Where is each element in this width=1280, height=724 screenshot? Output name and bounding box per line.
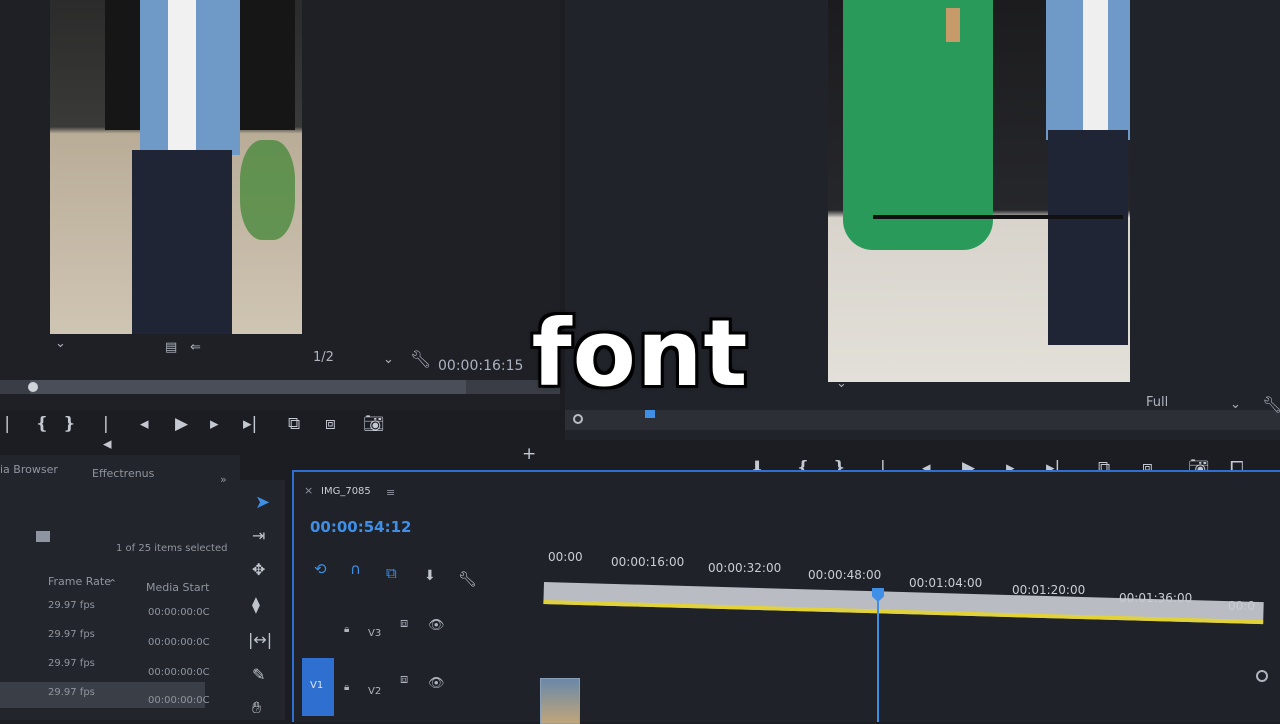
column-media-start[interactable]: Media Start [146, 581, 209, 594]
ruler-tick-label: 00:00:48:00 [808, 568, 882, 582]
media-start-cell: 00:00:00:0C [148, 637, 210, 648]
v1-label: V1 [310, 680, 324, 691]
play-icon[interactable]: ▶ [175, 414, 188, 434]
nest-icon[interactable]: ⟲ [314, 560, 327, 578]
frame-rate-cell: 29.97 fps [48, 658, 95, 669]
sync-lock-icon[interactable]: ⧈ [400, 616, 408, 631]
track-lock-icon[interactable]: 🔒︎ [344, 624, 349, 635]
tools-panel: ➤ ⇥ ✥ ⧫ |↔| ✎ ✋︎ [240, 480, 285, 720]
program-scrub-bar[interactable] [565, 410, 1280, 430]
track-label-v3: V3 [368, 628, 382, 639]
column-frame-rate[interactable]: Frame Rate [48, 575, 111, 588]
table-row[interactable]: 29.97 fps [48, 600, 95, 611]
step-forward-icon[interactable]: ▸ [210, 414, 219, 434]
track-select-tool-icon[interactable]: ⇥ [252, 526, 265, 545]
project-panel: ia Browser Effectrenus » 1 of 25 items s… [0, 455, 240, 720]
go-to-in-icon[interactable]: |◂ [103, 414, 112, 454]
ruler-tick-label: 00:01:36:00 [1119, 591, 1193, 605]
program-playhead[interactable] [573, 414, 583, 424]
ruler-tick-label: 00:00 [548, 550, 583, 564]
panel-menu-chevron-icon[interactable]: » [220, 473, 227, 486]
add-button-icon[interactable]: + [522, 444, 536, 464]
ruler-tick-label: 00:0 [1228, 599, 1255, 613]
close-tab-icon[interactable]: × [304, 484, 313, 497]
step-back-icon[interactable]: ◂ [140, 414, 149, 434]
insert-clip-icon[interactable]: ⧉ [288, 414, 300, 434]
overwrite-clip-icon[interactable]: ⧈ [325, 414, 336, 434]
ruler-tick-label: 00:01:04:00 [909, 576, 983, 590]
timeline-panel: × IMG_7085 ≡ 00:00:54:12 ⟲ ∩ ⧉ ⬇ 🔧︎ 00:0… [292, 470, 1280, 724]
video-clip-thumbnail[interactable] [540, 678, 580, 724]
v1-source-patch[interactable]: V1 [302, 658, 334, 716]
snap-icon[interactable]: ∩ [350, 560, 361, 578]
media-start-cell: 00:00:00:0C [148, 667, 210, 678]
frame-rate-cell: 29.97 fps [48, 629, 95, 640]
razor-tool-icon[interactable]: ⧫ [252, 595, 260, 614]
ripple-edit-tool-icon[interactable]: ✥ [252, 560, 265, 579]
go-to-out-icon[interactable]: ▸| [243, 414, 257, 434]
media-start-cell: 00:00:00:0C [148, 607, 210, 618]
timeline-playhead-line[interactable] [877, 600, 879, 722]
program-playhead-marker [645, 410, 655, 418]
folder-icon[interactable] [36, 531, 50, 542]
items-selected-count: 1 of 25 items selected [116, 543, 228, 554]
track-eye-icon[interactable]: 👁︎ [428, 676, 445, 691]
track-eye-icon[interactable]: 👁︎ [428, 618, 445, 633]
mark-in-icon[interactable]: ❘ [0, 414, 14, 434]
zoom-scroll-handle[interactable] [1256, 670, 1268, 682]
pen-tool-icon[interactable]: ✎ [252, 665, 265, 684]
selection-tool-icon[interactable]: ➤ [255, 492, 270, 513]
slip-tool-icon[interactable]: |↔| [248, 630, 272, 649]
source-video-frame [50, 0, 302, 334]
table-row[interactable]: 29.97 fps [48, 629, 95, 640]
ruler-tick-label: 00:01:20:00 [1012, 583, 1086, 597]
sort-up-icon[interactable]: ⌃ [108, 577, 117, 590]
tab-media-browser[interactable]: ia Browser [0, 463, 58, 476]
tab-effects[interactable]: Effectrenus [92, 467, 154, 480]
frame-rate-cell: 29.97 fps [48, 687, 95, 698]
track-label-v2: V2 [368, 686, 382, 697]
sync-lock-icon[interactable]: ⧈ [400, 672, 408, 687]
table-row[interactable]: 29.97 fps [48, 658, 95, 669]
sequence-menu-icon[interactable]: ≡ [386, 486, 395, 499]
ruler-tick-label: 00:00:16:00 [611, 555, 685, 569]
playhead-timecode[interactable]: 00:00:54:12 [310, 518, 412, 536]
bracket-icon[interactable]: ❵ [62, 414, 76, 434]
camera-icon[interactable]: 📷︎ [363, 414, 385, 434]
hand-tool-icon[interactable]: ✋︎ [252, 698, 261, 718]
sequence-tab[interactable]: IMG_7085 [321, 486, 371, 497]
frame-rate-cell: 29.97 fps [48, 600, 95, 611]
add-marker-icon[interactable]: ⬇ [424, 568, 436, 584]
timeline-settings-icon[interactable]: 🔧︎ [458, 570, 477, 588]
ruler-tick-label: 00:00:32:00 [708, 561, 782, 575]
track-lock-icon[interactable]: 🔒︎ [344, 682, 349, 693]
media-start-cell: 00:00:00:0C [148, 695, 210, 706]
linked-selection-icon[interactable]: ⧉ [386, 564, 397, 582]
mark-out-icon[interactable]: ❴ [35, 414, 49, 434]
caption-overlay: font [531, 300, 749, 407]
